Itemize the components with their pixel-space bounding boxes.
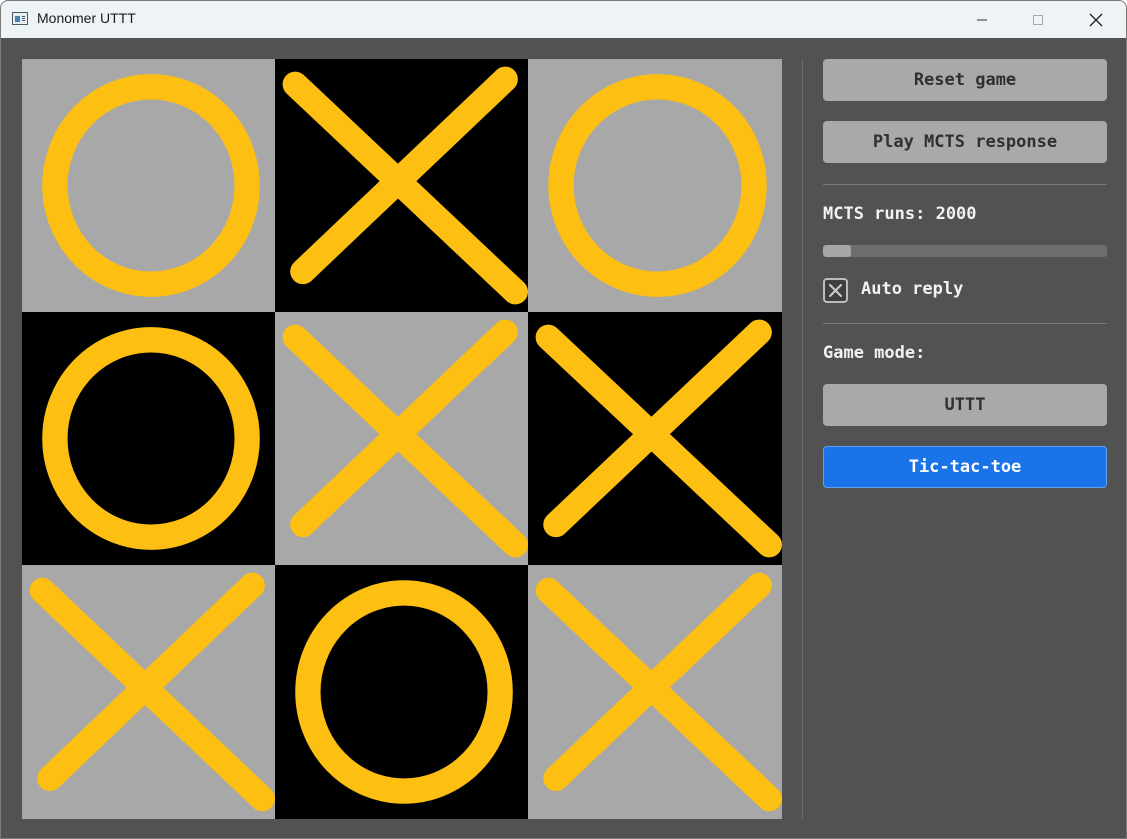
o-mark-icon <box>548 74 767 297</box>
separator <box>823 184 1107 185</box>
o-mark-icon <box>42 74 260 297</box>
board-cell[interactable] <box>528 565 782 819</box>
mcts-runs-label: MCTS runs: 2000 <box>823 204 977 224</box>
mode-tic-tac-toe-button[interactable]: Tic-tac-toe <box>823 446 1107 488</box>
x-mark-icon <box>282 319 528 558</box>
game-board <box>22 59 782 819</box>
window-title: Monomer UTTT <box>37 10 136 26</box>
board-cell[interactable] <box>22 565 275 819</box>
main-content: Reset game Play MCTS response MCTS runs:… <box>1 38 1126 838</box>
app-window: Monomer UTTT Reset game Play MCTS respon… <box>0 0 1127 839</box>
maximize-button[interactable] <box>1010 1 1066 38</box>
o-mark-icon <box>42 327 260 550</box>
minimize-icon <box>977 19 987 20</box>
separator <box>823 323 1107 324</box>
board-cell[interactable] <box>528 312 782 565</box>
check-x-icon <box>828 283 843 298</box>
auto-reply-checkbox[interactable] <box>823 278 848 303</box>
play-mcts-response-button[interactable]: Play MCTS response <box>823 121 1107 163</box>
app-icon <box>12 12 28 25</box>
o-mark-icon <box>295 580 513 804</box>
slider-fill <box>823 245 852 257</box>
vertical-divider <box>802 59 803 819</box>
x-mark-icon <box>29 572 275 812</box>
minimize-button[interactable] <box>954 1 1010 38</box>
mcts-runs-slider[interactable] <box>823 245 1107 257</box>
x-mark-icon <box>282 66 528 305</box>
board-cell[interactable] <box>275 312 528 565</box>
board-cell[interactable] <box>528 59 782 312</box>
reset-game-button[interactable]: Reset game <box>823 59 1107 101</box>
board-cell[interactable] <box>275 59 528 312</box>
mode-uttt-button[interactable]: UTTT <box>823 384 1107 426</box>
auto-reply-label: Auto reply <box>861 279 964 299</box>
close-icon <box>1089 13 1103 26</box>
maximize-icon <box>1033 14 1043 25</box>
board-cell[interactable] <box>22 312 275 565</box>
x-mark-icon <box>535 319 782 558</box>
board-cell[interactable] <box>275 565 528 819</box>
game-mode-label: Game mode: <box>823 343 926 363</box>
x-mark-icon <box>535 572 782 812</box>
close-button[interactable] <box>1068 1 1124 38</box>
title-bar[interactable]: Monomer UTTT <box>1 1 1126 38</box>
board-cell[interactable] <box>22 59 275 312</box>
